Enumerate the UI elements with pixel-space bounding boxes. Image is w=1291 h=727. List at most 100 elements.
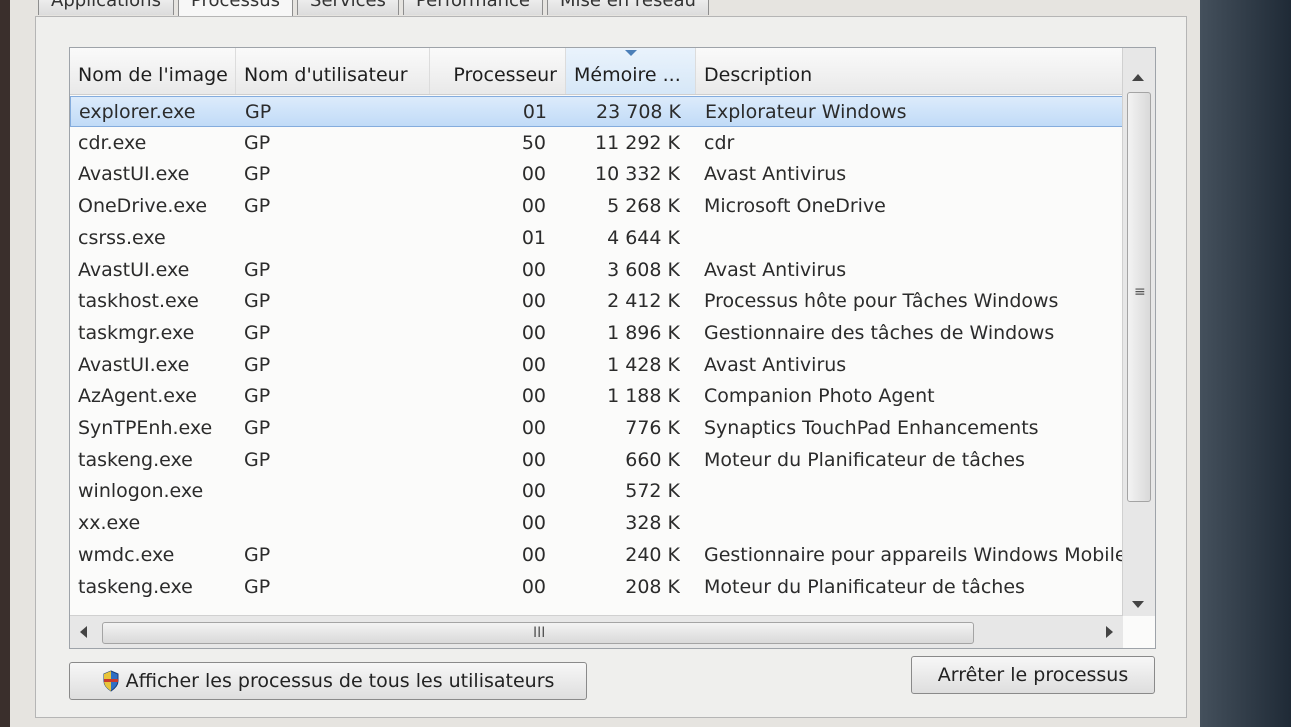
memory-cell: 776 K bbox=[625, 417, 680, 439]
end-process-button[interactable]: Arrêter le processus bbox=[911, 656, 1155, 694]
table-row[interactable]: wmdc.exe GP 00 240 K Gestionnaire pour appar… bbox=[70, 540, 1127, 571]
memory-cell: 4 644 K bbox=[607, 226, 680, 249]
column-header-memory-label: Mémoire ... bbox=[574, 64, 681, 86]
user-name-cell: GP bbox=[245, 101, 272, 123]
memory-cell: 11 292 K bbox=[595, 131, 680, 154]
horizontal-scroll-thumb[interactable]: III bbox=[102, 622, 974, 644]
table-row[interactable]: csrss.exe 01 4 644 K bbox=[70, 223, 1123, 254]
show-all-processes-button[interactable]: Afficher les processus de tous les utili… bbox=[69, 662, 587, 700]
tab-networking[interactable]: Mise en réseau bbox=[547, 0, 709, 15]
table-row[interactable]: OneDrive.exe GP 00 5 268 K Microsoft OneDriv… bbox=[70, 191, 1123, 222]
cpu-cell: 00 bbox=[521, 290, 546, 313]
column-header-image-name[interactable]: Nom de l'image bbox=[70, 48, 236, 94]
column-header-cpu[interactable]: Processeur bbox=[430, 48, 566, 94]
column-header-memory[interactable]: Mémoire ... bbox=[566, 48, 696, 94]
table-row[interactable]: taskmgr.exe GP 00 1 896 K Gestionnaire des t… bbox=[70, 318, 1123, 349]
description-cell: Companion Photo Agent bbox=[704, 385, 935, 408]
memory-cell: 1 188 K bbox=[607, 385, 680, 408]
column-header-user-name[interactable]: Nom d'utilisateur bbox=[236, 48, 430, 94]
table-row[interactable]: AvastUI.exe GP 00 3 608 K Avast Antivirus bbox=[70, 255, 1123, 286]
description-cell: Gestionnaire pour appareils Windows Mobi… bbox=[704, 543, 1127, 566]
user-name-cell bbox=[244, 223, 324, 254]
description-cell: Processus hôte pour Tâches Windows bbox=[704, 290, 1059, 313]
scroll-up-arrow-icon[interactable] bbox=[1132, 74, 1144, 81]
user-name-cell: GP bbox=[244, 290, 271, 313]
process-name-cell: SynTPEnh.exe bbox=[78, 417, 213, 439]
cpu-cell: 00 bbox=[521, 575, 546, 598]
memory-cell: 1 428 K bbox=[607, 353, 680, 376]
user-name-cell: GP bbox=[244, 448, 271, 471]
table-row[interactable]: SynTPEnh.exe GP 00 776 K Synaptics TouchPad … bbox=[70, 413, 1123, 444]
cpu-cell: 00 bbox=[521, 353, 546, 376]
description-cell bbox=[704, 223, 1134, 254]
user-name-cell: GP bbox=[244, 543, 271, 566]
memory-cell: 2 412 K bbox=[607, 290, 680, 313]
uac-shield-icon bbox=[103, 670, 119, 692]
table-row[interactable]: taskeng.exe GP 00 208 K Moteur du Planificat… bbox=[70, 572, 1123, 603]
tab-applications[interactable]: Applications bbox=[38, 0, 174, 15]
process-name-cell: AzAgent.exe bbox=[78, 385, 197, 408]
user-name-cell bbox=[244, 476, 324, 507]
cpu-cell: 01 bbox=[521, 226, 546, 249]
process-list[interactable]: Nom de l'image Nom d'utilisateur Process… bbox=[69, 47, 1156, 649]
task-manager-window: Applications Processus Services Performa… bbox=[10, 0, 1200, 727]
desktop-left-edge bbox=[0, 0, 10, 727]
description-cell: Gestionnaire des tâches de Windows bbox=[704, 321, 1055, 344]
memory-cell: 3 608 K bbox=[607, 258, 680, 281]
memory-cell: 572 K bbox=[625, 480, 680, 503]
description-cell: Avast Antivirus bbox=[704, 163, 847, 186]
cpu-cell: 00 bbox=[521, 321, 546, 344]
memory-cell: 328 K bbox=[625, 512, 680, 535]
description-cell: Explorateur Windows bbox=[705, 101, 907, 123]
process-name-cell: xx.exe bbox=[78, 512, 141, 535]
description-cell: Moteur du Planificateur de tâches bbox=[704, 575, 1025, 598]
table-row[interactable]: winlogon.exe 00 572 K bbox=[70, 476, 1123, 507]
horizontal-scrollbar[interactable]: III bbox=[70, 615, 1123, 648]
process-name-cell: explorer.exe bbox=[79, 101, 196, 123]
table-row[interactable]: AvastUI.exe GP 00 10 332 K Avast Antivirus bbox=[70, 159, 1123, 190]
process-name-cell: taskeng.exe bbox=[78, 575, 193, 598]
memory-cell: 660 K bbox=[625, 448, 680, 471]
process-name-cell: AvastUI.exe bbox=[78, 163, 190, 186]
user-name-cell: GP bbox=[244, 575, 271, 598]
cpu-cell: 00 bbox=[521, 258, 546, 281]
memory-cell: 23 708 K bbox=[596, 101, 681, 123]
tab-performance[interactable]: Performance bbox=[402, 0, 544, 15]
user-name-cell: GP bbox=[244, 417, 271, 439]
scroll-down-arrow-icon[interactable] bbox=[1132, 601, 1144, 608]
cpu-cell: 00 bbox=[521, 195, 546, 218]
process-name-cell: OneDrive.exe bbox=[78, 195, 208, 218]
tab-bar: Applications Processus Services Performa… bbox=[38, 0, 709, 19]
scroll-right-arrow-icon[interactable] bbox=[1106, 626, 1113, 638]
process-name-cell: cdr.exe bbox=[78, 131, 147, 154]
process-name-cell: wmdc.exe bbox=[78, 543, 175, 566]
scroll-left-arrow-icon[interactable] bbox=[80, 626, 87, 638]
table-row[interactable]: explorer.exe GP 01 23 708 K Explorateur Wind… bbox=[70, 96, 1123, 127]
description-cell: cdr bbox=[704, 131, 735, 154]
process-name-cell: csrss.exe bbox=[78, 226, 166, 249]
processes-panel: Nom de l'image Nom d'utilisateur Process… bbox=[35, 16, 1187, 718]
table-row[interactable]: AzAgent.exe GP 00 1 188 K Companion Photo Ag… bbox=[70, 381, 1123, 412]
cpu-cell: 00 bbox=[521, 448, 546, 471]
description-cell: Synaptics TouchPad Enhancements bbox=[704, 417, 1039, 439]
table-row[interactable]: taskhost.exe GP 00 2 412 K Processus hôte po… bbox=[70, 286, 1123, 317]
description-cell: Avast Antivirus bbox=[704, 258, 847, 281]
table-row[interactable]: taskeng.exe GP 00 660 K Moteur du Planificat… bbox=[70, 445, 1123, 476]
vertical-scroll-thumb[interactable]: ≡ bbox=[1127, 92, 1151, 502]
table-row[interactable]: xx.exe 00 328 K bbox=[70, 508, 1123, 539]
show-all-processes-label: Afficher les processus de tous les utili… bbox=[125, 670, 555, 692]
user-name-cell: GP bbox=[244, 258, 271, 281]
table-row[interactable]: AvastUI.exe GP 00 1 428 K Avast Antivirus bbox=[70, 350, 1123, 381]
process-name-cell: taskmgr.exe bbox=[78, 321, 195, 344]
description-cell bbox=[704, 508, 1134, 539]
vertical-scrollbar[interactable]: ≡ bbox=[1122, 48, 1155, 616]
cpu-cell: 00 bbox=[521, 163, 546, 186]
grip-icon: III bbox=[533, 625, 546, 641]
memory-cell: 1 896 K bbox=[607, 321, 680, 344]
table-row[interactable]: cdr.exe GP 50 11 292 K cdr bbox=[70, 128, 1123, 159]
cpu-cell: 00 bbox=[521, 512, 546, 535]
cpu-cell: 50 bbox=[521, 131, 546, 154]
column-header-description[interactable]: Description bbox=[696, 48, 1123, 94]
user-name-cell bbox=[244, 508, 324, 539]
tab-services[interactable]: Services bbox=[297, 0, 399, 15]
